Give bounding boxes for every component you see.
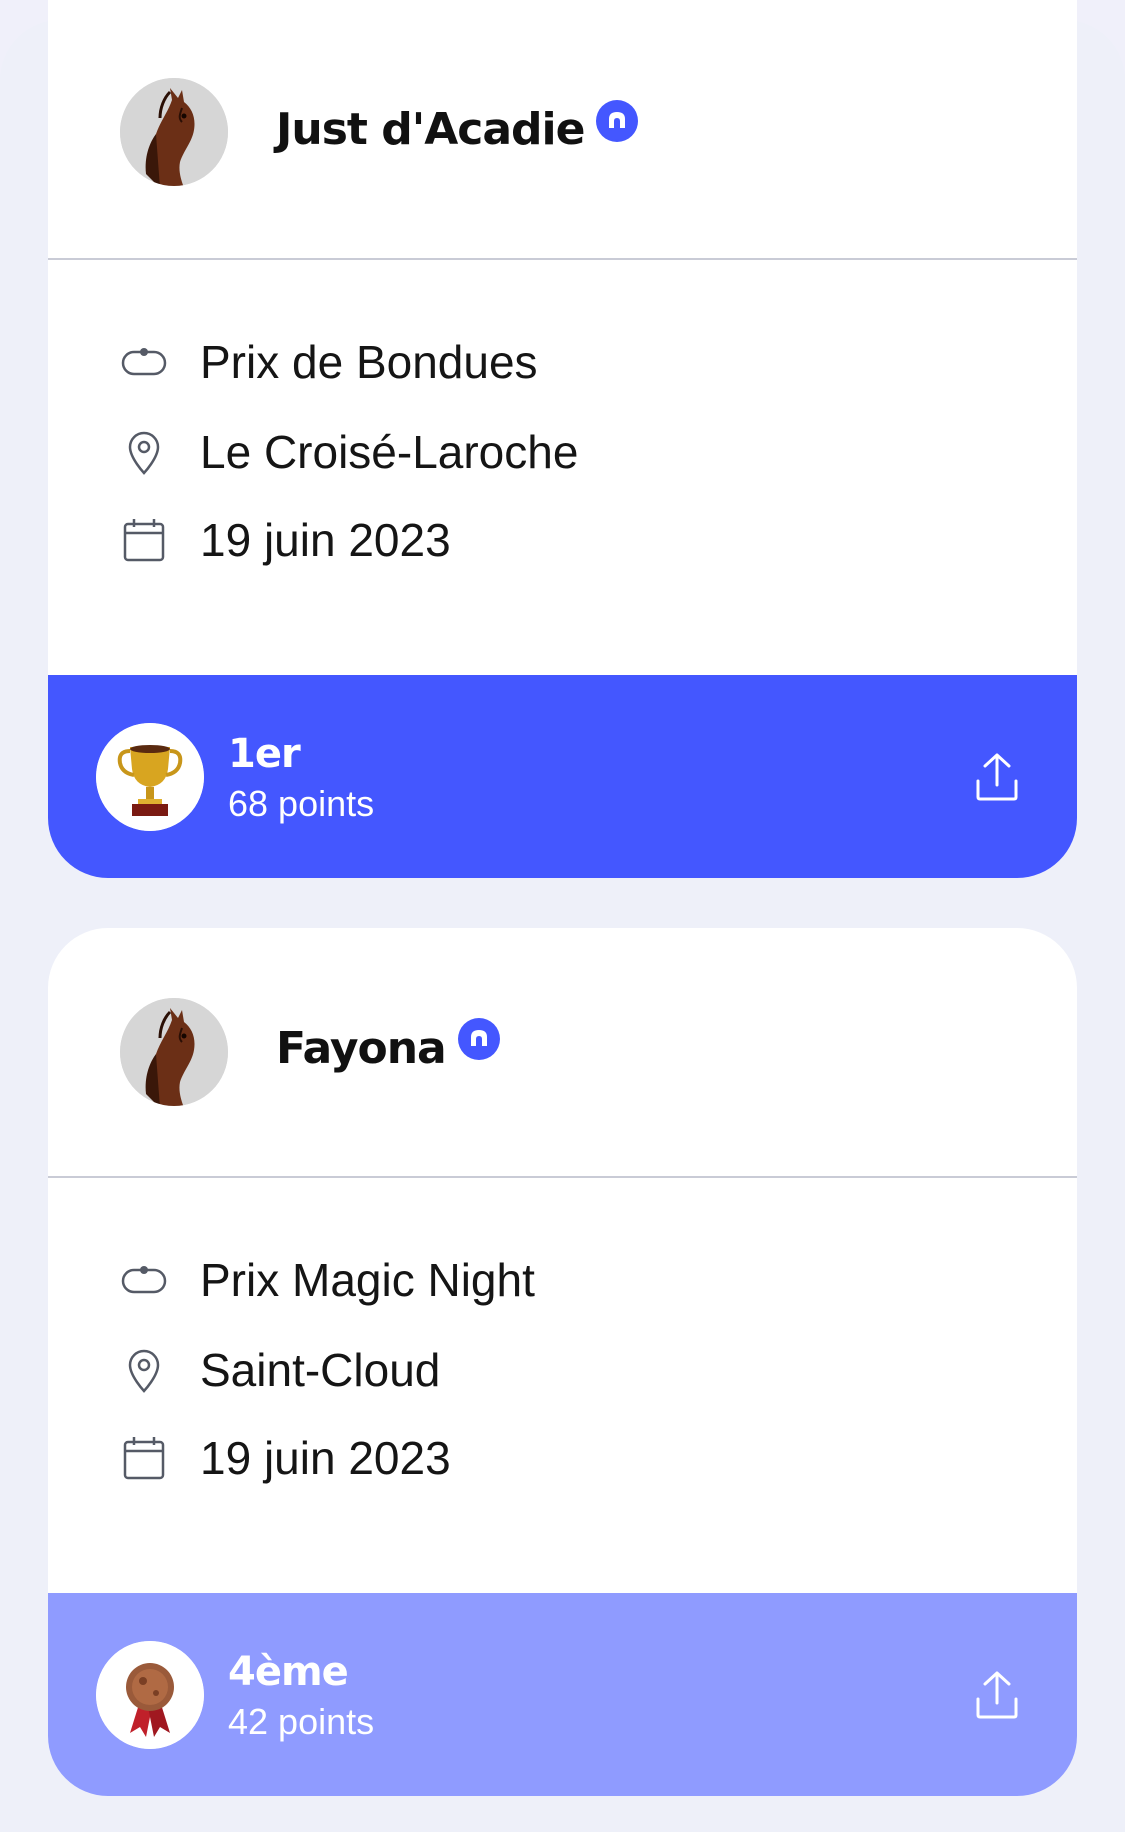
horse-head-icon	[120, 78, 228, 186]
horse-avatar[interactable]	[120, 998, 228, 1106]
race-row: Prix Magic Night	[120, 1252, 535, 1308]
divider	[48, 258, 1077, 260]
horse-head-icon	[120, 998, 228, 1106]
race-row: Prix de Bondues	[120, 334, 538, 390]
race-name: Prix Magic Night	[200, 1254, 535, 1306]
card-header: Fayona	[48, 928, 1077, 1177]
race-track-icon	[120, 338, 168, 386]
divider	[48, 1176, 1077, 1178]
horse-avatar[interactable]	[120, 78, 228, 186]
rank-label: 4ème	[228, 1649, 349, 1695]
horse-name[interactable]: Fayona	[276, 1023, 447, 1074]
location-pin-icon	[120, 428, 168, 476]
share-button[interactable]	[969, 1667, 1025, 1723]
points-label: 42 points	[228, 1701, 375, 1742]
trophy-icon	[96, 723, 204, 831]
rank-label: 1er	[228, 731, 301, 777]
result-card[interactable]: Just d'Acadie Prix de Bondues Le Croisé-…	[48, 0, 1077, 878]
date-row: 19 juin 2023	[120, 512, 451, 568]
calendar-icon	[120, 516, 168, 564]
horse-name[interactable]: Just d'Acadie	[276, 104, 585, 155]
date-row: 19 juin 2023	[120, 1430, 451, 1486]
location-pin-icon	[120, 1346, 168, 1394]
owner-badge-icon	[596, 100, 639, 142]
result-bar: 1er 68 points	[48, 675, 1077, 878]
location-row: Saint-Cloud	[120, 1342, 440, 1398]
result-bar: 4ème 42 points	[48, 1593, 1077, 1796]
result-card[interactable]: Fayona Prix Magic Night Saint-Cloud 19 j…	[48, 928, 1077, 1796]
share-icon	[976, 753, 1018, 801]
race-track-icon	[120, 1256, 168, 1304]
points-label: 68 points	[228, 783, 375, 824]
share-icon	[976, 1671, 1018, 1719]
calendar-icon	[120, 1434, 168, 1482]
owner-badge-icon	[457, 1018, 500, 1060]
share-button[interactable]	[969, 749, 1025, 805]
race-date: 19 juin 2023	[200, 1432, 451, 1484]
location-row: Le Croisé-Laroche	[120, 424, 578, 480]
location-name: Saint-Cloud	[200, 1344, 441, 1396]
card-header: Just d'Acadie	[48, 0, 1077, 259]
race-date: 19 juin 2023	[200, 514, 451, 566]
rosette-icon	[96, 1641, 204, 1749]
race-name: Prix de Bondues	[200, 336, 538, 388]
location-name: Le Croisé-Laroche	[200, 426, 579, 478]
